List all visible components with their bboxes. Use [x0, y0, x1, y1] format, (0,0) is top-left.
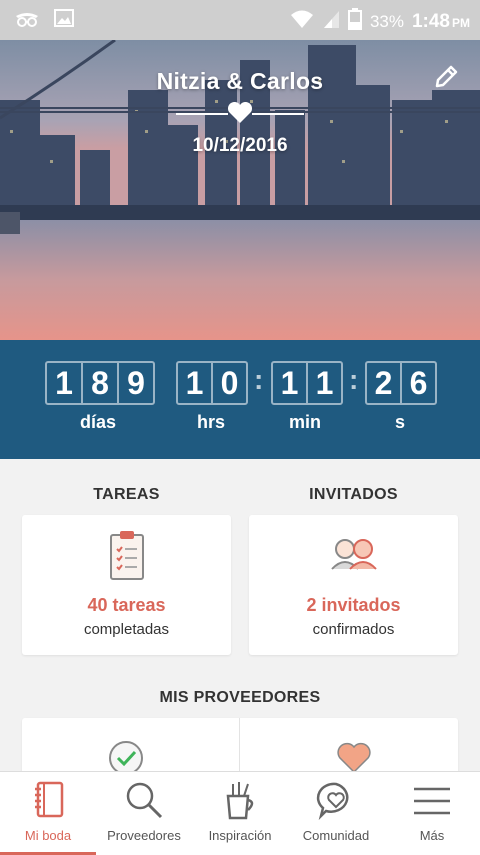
- seconds-box: 2 6: [365, 361, 437, 405]
- notebook-icon: [31, 780, 65, 825]
- guests-couple-icon: [328, 535, 380, 576]
- image-icon: [54, 8, 74, 35]
- minutes-label: min: [288, 412, 321, 432]
- nav-label: Comunidad: [302, 828, 370, 843]
- nav-label: Mi boda: [24, 828, 72, 843]
- days-digit: 1: [47, 363, 83, 403]
- divider-right: [252, 113, 304, 115]
- signal-icon: [322, 9, 340, 34]
- hero-banner: Nitzia & Carlos 10/12/2016: [0, 40, 480, 340]
- minutes-digit: 1: [273, 363, 308, 403]
- battery-percent: 33%: [369, 11, 404, 31]
- tasks-card[interactable]: 40 tareas completadas: [22, 515, 231, 655]
- tasks-count: 40 tareas: [87, 595, 166, 615]
- nav-label: Más: [419, 828, 445, 843]
- nav-item-mi-boda[interactable]: Mi boda: [0, 772, 96, 855]
- wedding-date: 10/12/2016: [192, 135, 288, 156]
- incognito-icon: [14, 8, 40, 35]
- menu-icon: [412, 780, 452, 825]
- vendors-title: MIS PROVEEDORES: [159, 689, 321, 706]
- seconds-digit: 2: [367, 363, 402, 403]
- hours-box: 1 0: [176, 361, 248, 405]
- days-box: 1 8 9: [45, 361, 155, 405]
- days-digit: 9: [127, 364, 145, 401]
- minutes-box: 1 1: [271, 361, 343, 405]
- heart-icon: [227, 101, 253, 129]
- clipboard-checklist-icon: [107, 529, 147, 586]
- heart-chat-icon: [316, 780, 356, 825]
- hours-digit: 0: [220, 364, 239, 401]
- nav-item-inspiracion[interactable]: Inspiración: [192, 772, 288, 855]
- seconds-digit: 6: [409, 364, 428, 401]
- status-bar: 33% 1:48 PM: [0, 0, 480, 40]
- divider-left: [176, 113, 228, 115]
- days-label: días: [79, 412, 117, 432]
- couple-names: Nitzia & Carlos: [156, 68, 324, 94]
- tasks-title: TAREAS: [93, 486, 160, 503]
- nav-item-mas[interactable]: Más: [384, 772, 480, 855]
- days-digit: 8: [83, 363, 119, 403]
- tasks-caption: completadas: [83, 621, 170, 638]
- nav-label: Proveedores: [107, 828, 181, 843]
- guests-caption: confirmados: [312, 621, 395, 638]
- edit-pencil-icon[interactable]: [432, 63, 460, 96]
- hours-label: hrs: [196, 412, 225, 432]
- colon-separator: :: [254, 364, 264, 395]
- seconds-label: s: [394, 412, 405, 432]
- nav-label: Inspiración: [208, 828, 272, 843]
- search-icon: [124, 780, 164, 825]
- nav-item-comunidad[interactable]: Comunidad: [288, 772, 384, 855]
- battery-icon: [347, 8, 362, 35]
- nav-item-proveedores[interactable]: Proveedores: [96, 772, 192, 855]
- guests-title: INVITADOS: [309, 486, 398, 503]
- wifi-icon: [290, 9, 314, 34]
- paint-cup-icon: [223, 780, 257, 825]
- colon-separator: :: [349, 364, 359, 395]
- minutes-digit: 1: [315, 364, 334, 401]
- countdown-panel: 1 8 9 1 0 : 1 1 : 2 6 días hrs min s: [0, 340, 480, 459]
- guests-card[interactable]: 2 invitados confirmados: [249, 515, 458, 655]
- clock: 1:48 PM: [411, 10, 470, 32]
- guests-count: 2 invitados: [306, 595, 401, 615]
- hours-digit: 1: [178, 363, 213, 403]
- bottom-navigation: Mi boda Proveedores Inspiración Comunida…: [0, 771, 480, 855]
